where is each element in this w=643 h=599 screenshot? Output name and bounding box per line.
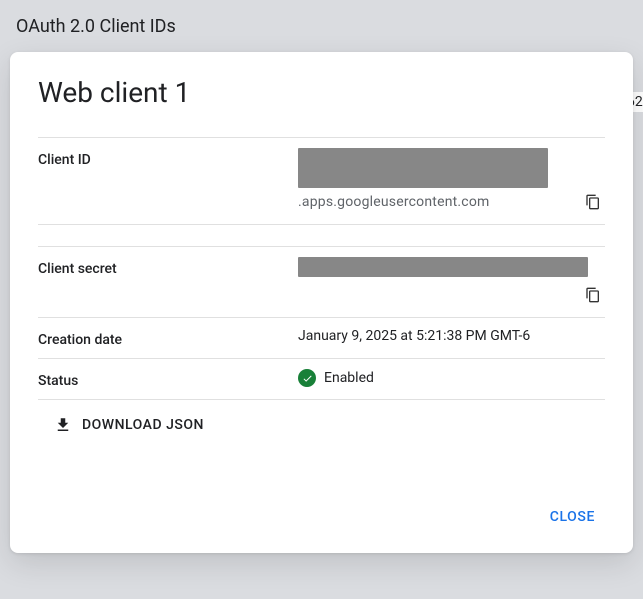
row-spacer: [38, 224, 605, 246]
oauth-client-dialog: Web client 1 Client ID .apps.googleuserc…: [10, 52, 633, 553]
dialog-title: Web client 1: [38, 76, 605, 109]
download-json-label: DOWNLOAD JSON: [82, 417, 204, 433]
value-status: Enabled: [324, 370, 374, 386]
row-client-secret: Client secret: [38, 246, 605, 317]
label-client-id: Client ID: [38, 148, 298, 168]
client-id-redacted: [298, 148, 548, 188]
client-id-suffix: .apps.googleusercontent.com: [298, 194, 573, 210]
copy-icon: [585, 287, 601, 303]
row-status: Status Enabled: [38, 358, 605, 400]
copy-client-secret-button[interactable]: [581, 283, 605, 307]
label-status: Status: [38, 369, 298, 389]
page-title: OAuth 2.0 Client IDs: [0, 0, 643, 45]
download-json-button[interactable]: DOWNLOAD JSON: [48, 412, 210, 438]
status-enabled-icon: [298, 369, 316, 387]
check-icon: [302, 373, 313, 384]
copy-client-id-button[interactable]: [581, 190, 605, 214]
row-client-id: Client ID .apps.googleusercontent.com: [38, 137, 605, 224]
client-secret-redacted: [298, 257, 588, 277]
label-client-secret: Client secret: [38, 257, 298, 277]
label-creation-date: Creation date: [38, 328, 298, 348]
row-creation-date: Creation date January 9, 2025 at 5:21:38…: [38, 317, 605, 358]
value-creation-date: January 9, 2025 at 5:21:38 PM GMT-6: [298, 328, 605, 344]
download-icon: [54, 416, 72, 434]
copy-icon: [585, 194, 601, 210]
close-button[interactable]: CLOSE: [540, 501, 605, 533]
